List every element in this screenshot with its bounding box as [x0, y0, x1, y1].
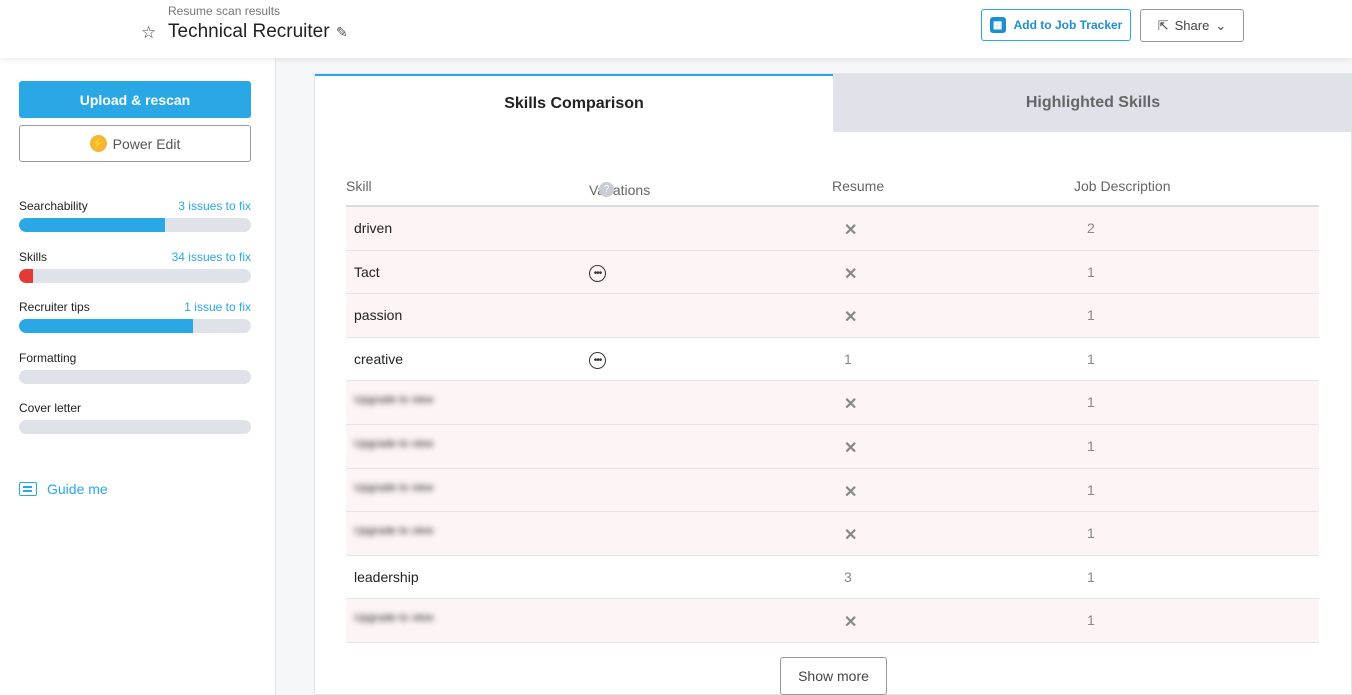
- tab-skills-comparison[interactable]: Skills Comparison: [315, 74, 833, 132]
- variations-cell[interactable]: •••: [589, 263, 606, 283]
- column-header-skill: Skill: [346, 178, 372, 194]
- skill-name: passion: [354, 307, 403, 324]
- metric-progress-bar: [19, 269, 251, 283]
- skill-name: Upgrade to view: [354, 394, 434, 407]
- missing-x-icon: ✕: [844, 439, 858, 457]
- column-header-resume: Resume: [832, 178, 885, 194]
- metric-issues-link[interactable]: 3 issues to fix: [178, 199, 251, 213]
- metric-searchability[interactable]: Searchability 3 issues to fix: [19, 199, 251, 232]
- more-options-icon[interactable]: •••: [589, 352, 606, 370]
- edit-pencil-icon[interactable]: ✎: [336, 24, 348, 41]
- missing-x-icon: ✕: [844, 309, 858, 327]
- job-description-count: 1: [1087, 568, 1095, 585]
- metric-issues-link[interactable]: 1 issue to fix: [184, 300, 251, 314]
- metric-label: Recruiter tips: [19, 300, 90, 314]
- table-row: creative ••• 1 1: [346, 338, 1319, 382]
- metric-progress-bar: [19, 370, 251, 384]
- help-icon[interactable]: ?: [599, 182, 614, 197]
- job-description-count: 1: [1087, 350, 1095, 367]
- show-more-button[interactable]: Show more: [780, 657, 887, 695]
- power-edit-label: Power Edit: [112, 135, 181, 152]
- table-row: Tact ••• ✕ 1: [346, 250, 1319, 295]
- metric-label: Cover letter: [19, 401, 82, 415]
- guide-me-link[interactable]: Guide me: [19, 481, 108, 497]
- metric-progress-bar: [19, 319, 251, 333]
- metric-progress-fill: [19, 319, 193, 333]
- metric-formatting[interactable]: Formatting: [19, 351, 251, 384]
- table-row: passion ✕ 1: [346, 294, 1319, 338]
- share-button[interactable]: ⇱ Share ⌄: [1140, 9, 1244, 42]
- metric-label: Searchability: [19, 199, 88, 213]
- table-row: Upgrade to view ✕ 1: [346, 381, 1319, 425]
- table-row: leadership 3 1: [346, 556, 1319, 600]
- skill-name: leadership: [354, 568, 419, 585]
- table-header: Skill Variations? Resume Job Description: [346, 174, 1319, 207]
- table-row: Upgrade to view ✕ 1: [346, 512, 1319, 556]
- job-description-count: 1: [1087, 307, 1095, 324]
- table-row: driven ✕ 2: [346, 207, 1319, 251]
- variations-cell[interactable]: •••: [589, 350, 606, 370]
- missing-x-icon: ✕: [844, 396, 858, 414]
- metric-cover-letter[interactable]: Cover letter: [19, 401, 251, 434]
- skills-table: driven ✕ 2 Tact ••• ✕ 1 passion ✕ 1 creative ••• 1 1 U…: [346, 207, 1319, 643]
- page-header: Resume scan results ☆ Technical Recruite…: [0, 0, 1352, 58]
- tab-highlighted-skills[interactable]: Highlighted Skills: [833, 74, 1352, 132]
- table-row: Upgrade to view ✕ 1: [346, 424, 1319, 469]
- lightning-bolt-icon: ⚡: [89, 135, 107, 152]
- skills-panel: Skills Comparison Highlighted Skills Ski…: [314, 73, 1352, 695]
- missing-x-icon: ✕: [844, 222, 858, 239]
- metric-recruiter-tips[interactable]: Recruiter tips 1 issue to fix: [19, 300, 251, 333]
- skill-name: Upgrade to view: [354, 612, 434, 625]
- sidebar: Upload & rescan ⚡ Power Edit Searchabili…: [0, 58, 276, 695]
- page-title: Technical Recruiter: [168, 21, 330, 42]
- chevron-down-icon: ⌄: [1215, 17, 1227, 33]
- checklist-icon: [19, 482, 37, 496]
- job-description-count: 1: [1087, 263, 1095, 280]
- metric-progress-bar: [19, 420, 251, 434]
- table-row: Upgrade to view ✕ 1: [346, 468, 1319, 513]
- table-row: Upgrade to view ✕ 1: [346, 599, 1319, 643]
- resume-count: 1: [844, 350, 852, 367]
- skill-name: Upgrade to view: [354, 481, 434, 494]
- more-options-icon[interactable]: •••: [589, 265, 606, 283]
- missing-x-icon: ✕: [844, 614, 858, 632]
- share-label: Share: [1174, 18, 1210, 33]
- metric-label: Formatting: [19, 351, 77, 365]
- share-icon: ⇱: [1157, 17, 1169, 33]
- metric-progress-bar: [19, 218, 251, 232]
- add-to-job-tracker-label: Add to Job Tracker: [1013, 18, 1123, 32]
- job-description-count: 1: [1087, 394, 1095, 411]
- skill-name: Upgrade to view: [354, 525, 434, 538]
- missing-x-icon: ✕: [844, 483, 858, 501]
- add-to-job-tracker-button[interactable]: ▦ Add to Job Tracker: [981, 9, 1131, 41]
- metric-progress-fill: [19, 269, 33, 283]
- star-icon[interactable]: ☆: [141, 23, 156, 43]
- metric-skills[interactable]: Skills 34 issues to fix: [19, 250, 251, 283]
- page-subtitle: Resume scan results: [168, 4, 281, 18]
- power-edit-button[interactable]: ⚡ Power Edit: [19, 125, 251, 162]
- job-description-count: 1: [1087, 481, 1095, 498]
- job-tracker-icon: ▦: [989, 17, 1006, 33]
- skill-name: driven: [354, 220, 393, 236]
- upload-rescan-button[interactable]: Upload & rescan: [19, 81, 251, 118]
- resume-count: 3: [844, 568, 852, 585]
- guide-me-label: Guide me: [47, 481, 108, 497]
- skill-name: Upgrade to view: [354, 437, 434, 450]
- skill-name: Tact: [354, 263, 380, 280]
- metric-label: Skills: [19, 250, 48, 264]
- job-description-count: 1: [1087, 612, 1095, 629]
- job-description-count: 1: [1087, 437, 1095, 454]
- skill-name: creative: [354, 350, 404, 367]
- metric-progress-fill: [19, 218, 166, 232]
- missing-x-icon: ✕: [844, 265, 858, 283]
- missing-x-icon: ✕: [844, 527, 858, 545]
- job-description-count: 1: [1087, 525, 1095, 542]
- metric-issues-link[interactable]: 34 issues to fix: [172, 250, 251, 264]
- column-header-job-description: Job Description: [1074, 178, 1171, 194]
- job-description-count: 2: [1087, 220, 1095, 236]
